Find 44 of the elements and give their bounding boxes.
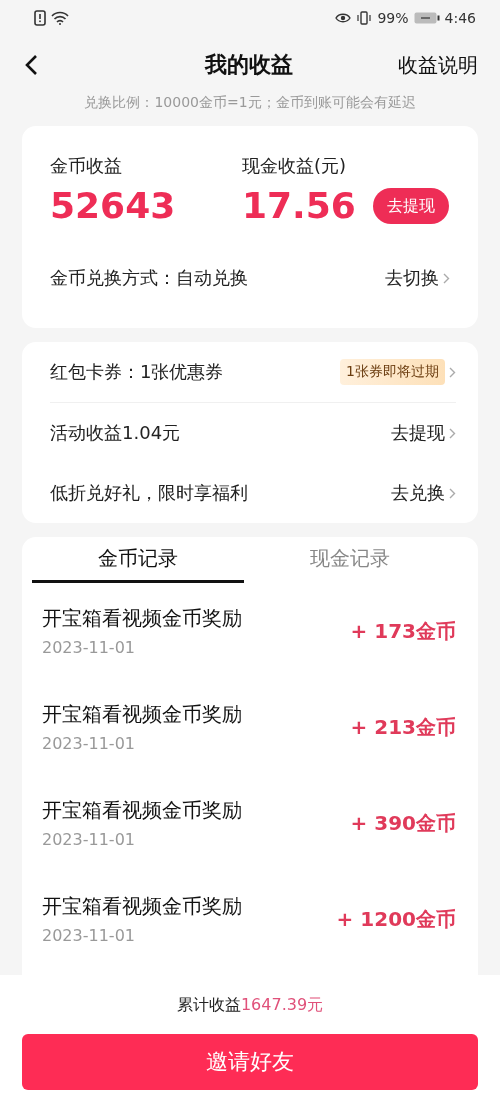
exchange-mode-label: 金币兑换方式：自动兑换: [50, 266, 248, 290]
record-title: 开宝箱看视频金币奖励: [42, 605, 242, 632]
total-earnings-value: 1647.39元: [240, 995, 324, 1016]
record-amount: + 213金币: [350, 713, 456, 741]
exchange-notice: 兑换比例：10000金币=1元；金币到账可能会有延迟: [83, 94, 417, 112]
option-label: 红包卡券：1张优惠券: [50, 360, 224, 384]
battery-percent: 99%: [377, 10, 409, 26]
page-title: 我的收益: [205, 51, 293, 79]
record-date: 2023-11-01: [42, 926, 136, 945]
alert-sim-icon: [34, 10, 46, 26]
record-amount: + 390金币: [350, 809, 456, 837]
record-amount: + 1200金币: [336, 905, 456, 933]
withdraw-button[interactable]: 去提现: [372, 188, 449, 224]
record-date: 2023-11-01: [42, 734, 136, 753]
option-label: 低折兑好礼，限时享福利: [50, 481, 248, 505]
option-link[interactable]: 去提现: [391, 421, 456, 445]
invite-friends-button[interactable]: 邀请好友: [22, 1034, 478, 1090]
wifi-icon: [51, 11, 69, 25]
option-label: 活动收益1.04元: [50, 421, 181, 445]
eye-icon: [335, 12, 352, 24]
back-icon[interactable]: [24, 54, 38, 76]
record-date: 2023-11-01: [42, 638, 136, 657]
records-tab[interactable]: 现金记录: [244, 537, 456, 583]
battery-icon: [413, 12, 440, 24]
chevron-right-icon: [443, 272, 450, 284]
cash-earnings-label: 现金收益(元): [242, 154, 348, 178]
coin-earnings-value: 52643: [50, 184, 177, 228]
chevron-right-icon: [449, 427, 456, 439]
vibrate-icon: [356, 11, 373, 25]
records-tab[interactable]: 金币记录: [32, 537, 244, 583]
total-earnings-label: 累计收益: [176, 995, 241, 1016]
chevron-right-icon: [449, 487, 456, 499]
earnings-info-link[interactable]: 收益说明: [398, 51, 478, 79]
record-title: 开宝箱看视频金币奖励: [42, 701, 242, 728]
record-title: 开宝箱看视频金币奖励: [42, 893, 242, 920]
clock-time: 4:46: [444, 10, 476, 26]
record-title: 开宝箱看视频金币奖励: [42, 797, 242, 824]
record-amount: + 173金币: [350, 617, 456, 645]
coin-earnings-label: 金币收益: [50, 154, 123, 178]
record-date: 2023-11-01: [42, 830, 136, 849]
option-link[interactable]: 去兑换: [391, 481, 456, 505]
chevron-right-icon: [449, 366, 456, 378]
switch-mode-link[interactable]: 去切换: [385, 266, 450, 290]
cash-earnings-value: 17.56: [242, 184, 356, 228]
